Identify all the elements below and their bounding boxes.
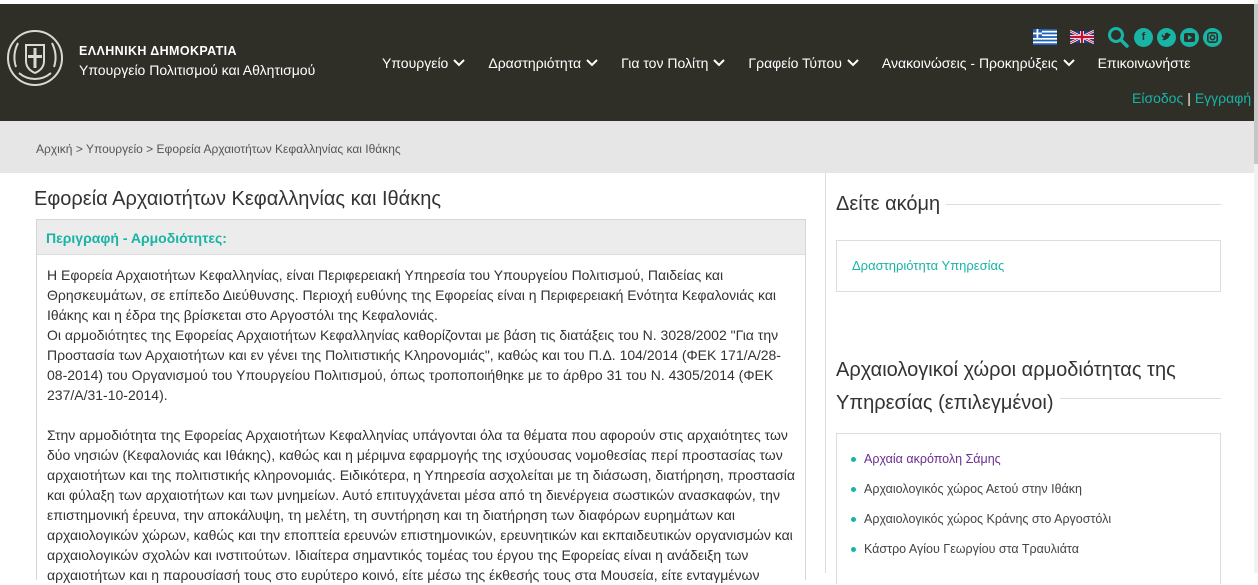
breadcrumb-ministry[interactable]: Υπουργείο xyxy=(86,142,143,156)
register-link[interactable]: Εγγραφή xyxy=(1195,90,1251,106)
nav-for-citizen-label: Για τον Πολίτη xyxy=(621,55,709,71)
bullet-dot xyxy=(851,546,856,552)
chevron-down-icon xyxy=(586,59,598,67)
breadcrumb-separator: > xyxy=(75,142,83,156)
see-more-box: Δραστηριότητα Υπηρεσίας xyxy=(836,240,1221,292)
facebook-icon[interactable]: f xyxy=(1134,27,1153,47)
breadcrumb-current: Εφορεία Αρχαιοτήτων Κεφαλληνίας και Ιθάκ… xyxy=(156,142,401,156)
site-header: ΕΛΛΗΝΙΚΗ ΔΗΜΟΚΡΑΤΙΑ Υπουργείο Πολιτισμού… xyxy=(0,4,1254,121)
description-panel: Περιγραφή - Αρμοδιότητες: Η Εφορεία Αρχα… xyxy=(36,219,806,583)
sites-title-line1: Αρχαιολογικοί χώροι αρμοδιότητας της xyxy=(836,359,1176,381)
sites-title-line2: Υπηρεσίας (επιλεγμένοι) xyxy=(836,392,1054,414)
chevron-down-icon xyxy=(453,59,466,67)
nav-press-office[interactable]: Γραφείο Τύπου xyxy=(748,52,860,74)
nav-ministry[interactable]: Υπουργείο xyxy=(382,52,466,74)
site-link[interactable]: Αρχαιολογικός χώρος Κράνης στο Αργοστόλι xyxy=(864,512,1111,526)
sites-title-rule xyxy=(1060,398,1221,399)
sites-box: Αρχαία ακρόπολη Σάμης Αρχαιολογικός χώρο… xyxy=(836,433,1221,584)
see-more-title-rule xyxy=(946,204,1221,205)
site-link[interactable]: Κάστρο Αγίου Γεωργίου στα Τραυλιάτα xyxy=(864,542,1079,556)
site-link[interactable]: Αρχαία ακρόπολη Σάμης xyxy=(864,452,1001,466)
nav-ministry-label: Υπουργείο xyxy=(382,55,449,71)
nav-announcements[interactable]: Ανακοινώσεις - Προκηρύξεις xyxy=(882,52,1076,74)
auth-links: Είσοδος | Εγγραφή xyxy=(1132,90,1251,106)
site-link[interactable]: Αρχαιολογικός χώρος Αετού στην Ιθάκη xyxy=(864,482,1082,496)
page-scrollbar[interactable] xyxy=(1254,0,1258,573)
login-link[interactable]: Είσοδος xyxy=(1132,90,1183,106)
greek-emblem-logo[interactable] xyxy=(6,29,64,87)
description-body: Η Εφορεία Αρχαιοτήτων Κεφαλληνίας, είναι… xyxy=(37,255,805,585)
nav-contact[interactable]: Επικοινωνήστε xyxy=(1098,52,1191,74)
section-heading: Περιγραφή - Αρμοδιότητες: xyxy=(37,220,805,255)
chevron-down-icon xyxy=(1062,59,1075,67)
nav-for-citizen[interactable]: Για τον Πολίτη xyxy=(621,52,726,74)
scrollbar-thumb[interactable] xyxy=(1254,4,1258,164)
column-divider xyxy=(825,173,826,573)
brand-ministry-name[interactable]: Υπουργείο Πολιτισμού και Αθλητισμού xyxy=(79,62,315,78)
bullet-dot xyxy=(851,516,856,522)
service-activity-link[interactable]: Δραστηριότητα Υπηρεσίας xyxy=(852,258,1004,273)
nav-activity-label: Δραστηριότητα xyxy=(488,55,582,71)
twitter-icon[interactable] xyxy=(1157,27,1176,47)
bullet-dot xyxy=(851,456,856,462)
auth-separator: | xyxy=(1187,90,1191,106)
bullet-dot xyxy=(851,486,856,492)
site-list-item[interactable]: Αρχαία ακρόπολη Σάμης xyxy=(851,452,1001,466)
instagram-icon[interactable] xyxy=(1203,27,1222,47)
description-paragraph: Η Εφορεία Αρχαιοτήτων Κεφαλληνίας, είναι… xyxy=(47,267,777,323)
page-title: Εφορεία Αρχαιοτήτων Κεφαλληνίας και Ιθάκ… xyxy=(34,188,441,210)
youtube-icon[interactable] xyxy=(1180,27,1199,47)
site-list-item[interactable]: Αρχαιολογικός χώρος Κράνης στο Αργοστόλι xyxy=(851,512,1111,526)
greek-flag-icon[interactable] xyxy=(1033,29,1057,45)
breadcrumb-home[interactable]: Αρχική xyxy=(36,142,72,156)
chevron-down-icon xyxy=(847,59,859,67)
breadcrumb-separator: > xyxy=(146,142,154,156)
site-list-item[interactable]: Κάστρο Αγίου Γεωργίου στα Τραυλιάτα xyxy=(851,542,1079,556)
chevron-down-icon xyxy=(713,59,726,67)
header-icon-bar: f xyxy=(1033,26,1226,48)
description-paragraph: Στην αρμοδιότητα της Εφορείας Αρχαιοτήτω… xyxy=(47,427,796,583)
site-list-item[interactable]: Αρχαιολογικός χώρος Αετού στην Ιθάκη xyxy=(851,482,1082,496)
uk-flag-icon[interactable] xyxy=(1070,29,1094,45)
main-navigation: Υπουργείο Δραστηριότητα Για τον Πολίτη Γ… xyxy=(382,52,1191,74)
nav-announcements-label: Ανακοινώσεις - Προκηρύξεις xyxy=(881,55,1058,71)
search-icon[interactable] xyxy=(1107,26,1129,48)
nav-activity[interactable]: Δραστηριότητα xyxy=(488,52,599,74)
nav-press-office-label: Γραφείο Τύπου xyxy=(748,55,842,71)
brand-country-name[interactable]: ΕΛΛΗΝΙΚΗ ΔΗΜΟΚΡΑΤΙΑ xyxy=(79,44,237,58)
sites-title: Αρχαιολογικοί χώροι αρμοδιότητας της Υπη… xyxy=(836,354,1176,420)
see-more-title: Δείτε ακόμη xyxy=(836,193,941,215)
breadcrumb: Αρχική > Υπουργείο > Εφορεία Αρχαιοτήτων… xyxy=(36,142,401,156)
nav-contact-label: Επικοινωνήστε xyxy=(1097,55,1191,71)
description-paragraph: Οι αρμοδιότητες της Εφορείας Αρχαιοτήτων… xyxy=(47,327,781,403)
